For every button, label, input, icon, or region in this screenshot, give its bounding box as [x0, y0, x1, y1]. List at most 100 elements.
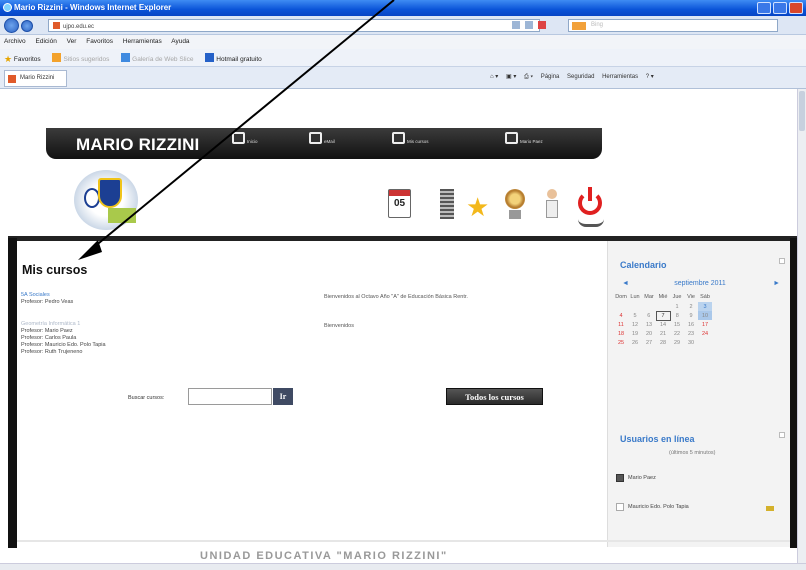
logo-stripe — [108, 208, 136, 223]
course-teacher[interactable]: Profesor: Ruth Trujeneno — [21, 349, 106, 356]
calendar-icon[interactable]: 05 — [388, 189, 411, 218]
maximize-button[interactable] — [773, 2, 787, 14]
menu-archivo[interactable]: Archivo — [4, 38, 26, 45]
online-users-subtitle: (últimos 5 minutos) — [669, 450, 716, 456]
online-user-name[interactable]: Mario Paez — [628, 475, 656, 481]
calendar-day[interactable]: 6 — [642, 311, 656, 320]
next-month-arrow[interactable]: ► — [773, 280, 780, 287]
menu-favoritos[interactable]: Favoritos — [86, 38, 113, 45]
cmd-pagina[interactable]: Página — [541, 74, 560, 80]
cmd-herramientas[interactable]: Herramientas — [602, 74, 638, 80]
calendar-day[interactable]: 25 — [614, 338, 628, 347]
course-link[interactable]: 5A Sociales — [21, 292, 73, 299]
message-icon[interactable] — [766, 506, 774, 511]
menu-mis-cursos-label: Mis cursos — [407, 139, 429, 144]
search-courses-input[interactable] — [188, 388, 272, 405]
fav-hotmail-label: Hotmail gratuito — [216, 56, 262, 63]
print-icon[interactable]: ⎙ ▾ — [524, 74, 533, 80]
stop-icon[interactable] — [538, 21, 546, 29]
fav-web-slice[interactable]: Galería de Web Slice — [121, 53, 193, 63]
menu-inicio[interactable]: Inicio — [232, 132, 258, 144]
menu-email-label: eMail — [324, 139, 335, 144]
horizontal-scrollbar[interactable] — [0, 563, 806, 570]
feeds-icon[interactable]: ▣ ▾ — [506, 74, 516, 80]
calendar-day[interactable]: 2 — [684, 302, 698, 311]
calendar-collapse-icon[interactable] — [779, 258, 785, 264]
fav-suggested-sites[interactable]: Sitios sugeridos — [52, 53, 109, 63]
course-teacher[interactable]: Profesor: Mario Paez — [21, 328, 106, 335]
calendar-day[interactable]: 9 — [684, 311, 698, 320]
calendar-day[interactable]: 10 — [698, 311, 712, 320]
calendar-day[interactable]: 21 — [656, 329, 670, 338]
calendar-day[interactable]: 26 — [628, 338, 642, 347]
prev-month-arrow[interactable]: ◄ — [622, 280, 629, 287]
minimize-button[interactable] — [757, 2, 771, 14]
calendar-month[interactable]: septiembre 2011 — [674, 280, 726, 287]
menu-ayuda[interactable]: Ayuda — [171, 38, 189, 45]
course-teacher[interactable]: Profesor: Pedro Veas — [21, 299, 73, 305]
calendar-day[interactable]: 22 — [670, 329, 684, 338]
star-icon[interactable]: ★ — [466, 194, 489, 220]
calendar-day-today[interactable]: 7 — [655, 310, 671, 321]
menu-herramientas[interactable]: Herramientas — [123, 38, 162, 45]
calendar-day[interactable]: 27 — [642, 338, 656, 347]
person-icon[interactable] — [546, 189, 558, 219]
weekday: Mar — [644, 294, 654, 300]
user-avatar-icon — [616, 474, 624, 482]
calendar-day[interactable]: 24 — [698, 329, 712, 338]
online-collapse-icon[interactable] — [779, 432, 785, 438]
forward-button[interactable] — [21, 20, 33, 32]
calendar-day[interactable]: 30 — [684, 338, 698, 347]
calendar-day[interactable]: 11 — [614, 320, 628, 329]
calendar-week: 18 19 20 21 22 23 24 — [614, 329, 712, 338]
favorites-button[interactable]: ★ Favoritos — [4, 54, 41, 64]
all-courses-button[interactable]: Todos los cursos — [446, 388, 543, 405]
scrollbar-thumb[interactable] — [799, 91, 805, 131]
course-link[interactable]: Geometría Informática 1 — [21, 321, 106, 328]
calendar-day[interactable]: 19 — [628, 329, 642, 338]
vertical-scrollbar[interactable] — [797, 89, 806, 563]
course-teacher[interactable]: Profesor: Carlos Paula — [21, 335, 106, 342]
cmd-seguridad[interactable]: Seguridad — [567, 74, 594, 80]
back-button[interactable] — [4, 18, 19, 33]
online-user-name[interactable]: Mauricio Edo. Polo Tapia — [628, 504, 689, 510]
calendar-day[interactable]: 12 — [628, 320, 642, 329]
url-input[interactable]: ujpo.edu.ec — [48, 19, 540, 32]
calendar-day[interactable]: 16 — [684, 320, 698, 329]
calendar-day[interactable]: 18 — [614, 329, 628, 338]
calendar-day[interactable]: 13 — [642, 320, 656, 329]
compatibility-icon[interactable] — [512, 21, 520, 29]
menu-email[interactable]: eMail — [309, 132, 335, 144]
close-button[interactable] — [789, 2, 803, 14]
course-teacher[interactable]: Profesor: Mauricio Edo. Polo Tapia — [21, 342, 106, 349]
menu-edicion[interactable]: Edición — [36, 38, 57, 45]
medal-icon[interactable] — [505, 189, 525, 209]
fav-hotmail[interactable]: Hotmail gratuito — [205, 53, 262, 63]
calendar-day[interactable]: 15 — [670, 320, 684, 329]
calendar-day[interactable]: 1 — [670, 302, 684, 311]
menu-user[interactable]: Mario Paez — [505, 132, 543, 144]
refresh-icon[interactable] — [525, 21, 533, 29]
calendar-day[interactable]: 14 — [656, 320, 670, 329]
calendar-day[interactable]: 28 — [656, 338, 670, 347]
calendar-day[interactable]: 8 — [670, 311, 684, 320]
building-icon[interactable] — [440, 189, 454, 219]
calendar-day[interactable]: 5 — [628, 311, 642, 320]
calendar-day[interactable]: 23 — [684, 329, 698, 338]
calendar-weekdays: Dom Lun Mar Mié Jue Vie Sáb — [614, 292, 712, 302]
search-go-button[interactable]: Ir — [273, 388, 293, 405]
calendar-day[interactable]: 3 — [698, 302, 712, 311]
calendar-day[interactable]: 20 — [642, 329, 656, 338]
menu-ver[interactable]: Ver — [67, 38, 77, 45]
calendar-day[interactable]: 29 — [670, 338, 684, 347]
help-icon[interactable]: ? ▾ — [646, 74, 654, 80]
calendar-day[interactable]: 4 — [614, 311, 628, 320]
online-user[interactable]: Mauricio Edo. Polo Tapia — [616, 503, 689, 511]
online-user[interactable]: Mario Paez — [616, 474, 656, 482]
tab-mario-rizzini[interactable]: Mario Rizzini — [4, 70, 67, 87]
search-box[interactable]: Bing — [568, 19, 778, 32]
weekday: Vie — [687, 294, 695, 300]
home-icon[interactable]: ⌂ ▾ — [490, 74, 498, 80]
calendar-day[interactable]: 17 — [698, 320, 712, 329]
menu-mis-cursos[interactable]: Mis cursos — [392, 132, 429, 144]
